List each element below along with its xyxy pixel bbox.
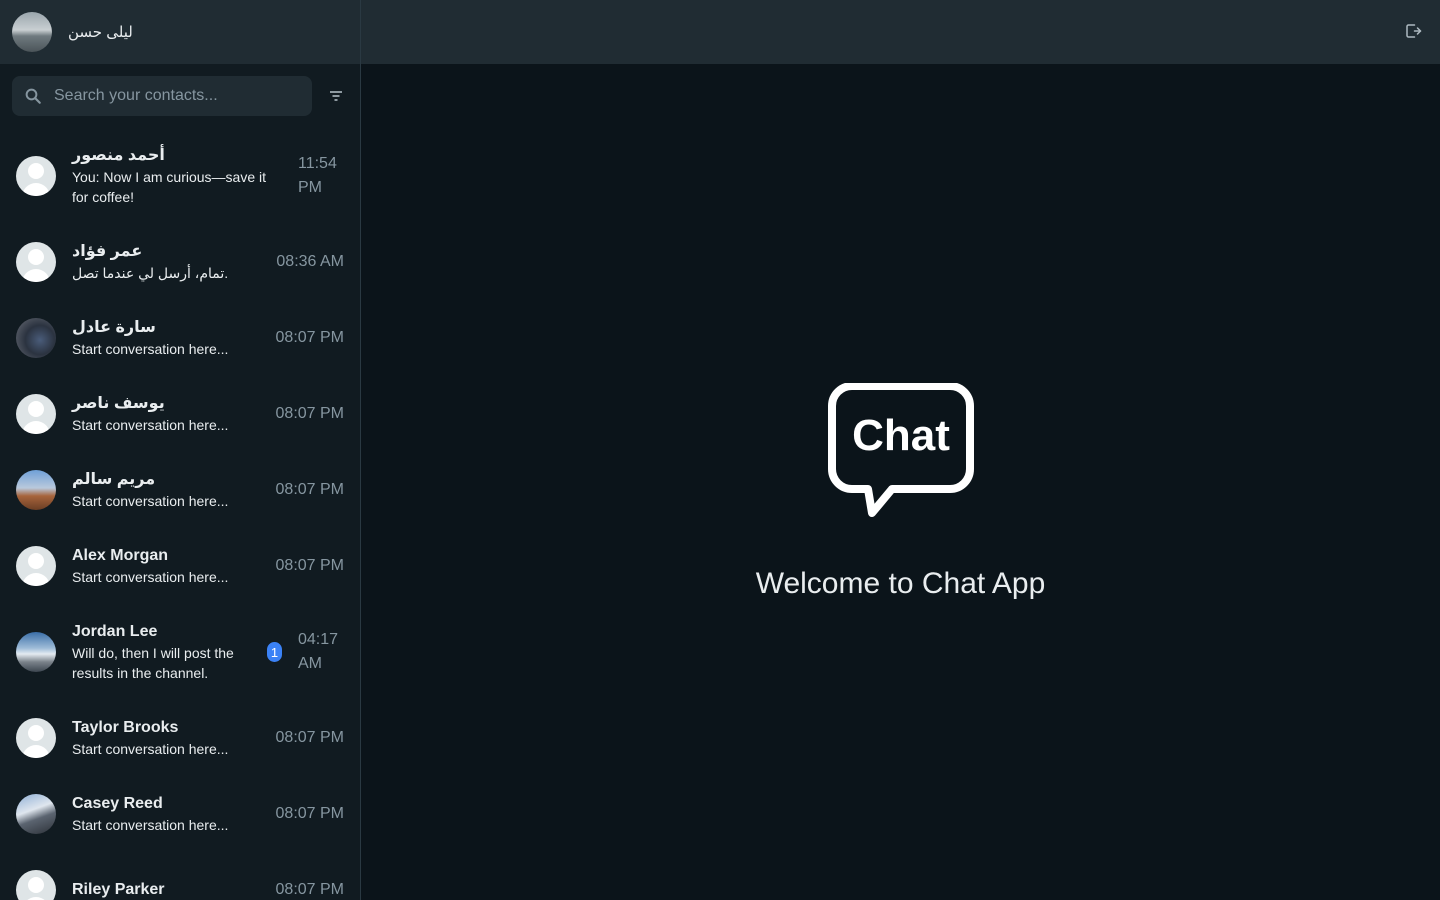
filter-button[interactable] [324, 84, 348, 108]
unread-badge: 1 [267, 642, 282, 662]
contact-last-message: You: Now I am curious—save it for coffee… [72, 169, 267, 205]
contact-time: 08:07 PM [275, 729, 344, 746]
contact-item[interactable]: أحمد منصور You: Now I am curious—save it… [0, 128, 360, 224]
logo-text: Chat [852, 411, 950, 460]
contact-name: عمر فؤاد [72, 243, 143, 260]
contact-time: 11:54 PM [298, 155, 337, 196]
contact-item[interactable]: Casey Reed Start conversation here... 08… [0, 776, 360, 852]
contact-name: يوسف ناصر [72, 395, 165, 412]
contact-item[interactable]: عمر فؤاد تمام، أرسل لي عندما تصل. 08:36 … [0, 224, 360, 300]
contact-avatar [16, 718, 56, 758]
contact-name: Casey Reed [72, 795, 163, 812]
user-avatar[interactable] [12, 12, 52, 52]
contact-last-message: Will do, then I will post the results in… [72, 645, 234, 681]
contact-item[interactable]: Riley Parker 08:07 PM [0, 852, 360, 900]
contact-avatar [16, 156, 56, 196]
contact-avatar [16, 318, 56, 358]
user-name: ليلى حسن [68, 24, 133, 41]
contact-time: 08:07 PM [275, 881, 344, 898]
contact-avatar [16, 470, 56, 510]
contact-time: 08:36 AM [276, 253, 344, 270]
contact-time: 08:07 PM [275, 805, 344, 822]
contact-item[interactable]: Alex Morgan Start conversation here... 0… [0, 528, 360, 604]
contact-avatar [16, 546, 56, 586]
contact-item[interactable]: مريم سالم Start conversation here... 08:… [0, 452, 360, 528]
contact-last-message: Start conversation here... [72, 817, 229, 833]
contact-avatar [16, 632, 56, 672]
sidebar-header: ليلى حسن [0, 0, 360, 64]
sidebar: ليلى حسن Search your contacts... أحمد من… [0, 0, 361, 900]
contact-last-message: Start conversation here... [72, 341, 229, 357]
contact-last-message: Start conversation here... [72, 417, 229, 433]
contact-time: 04:17 AM [298, 631, 339, 672]
contact-item[interactable]: Jordan Lee Will do, then I will post the… [0, 604, 360, 700]
contact-last-message: Start conversation here... [72, 741, 229, 757]
contact-last-message: Start conversation here... [72, 569, 229, 585]
welcome-title: Welcome to Chat App [755, 567, 1046, 600]
logout-icon [1406, 24, 1422, 38]
contact-avatar [16, 242, 56, 282]
chat-bubble-logo: Chat [827, 383, 974, 517]
logout-button[interactable] [1404, 22, 1424, 42]
contact-name: Taylor Brooks [72, 719, 179, 736]
welcome-screen: Chat Welcome to Chat App [361, 64, 1440, 900]
contact-avatar [16, 394, 56, 434]
search-row [0, 64, 360, 128]
contact-time: 08:07 PM [275, 405, 344, 422]
search-input[interactable] [54, 87, 294, 105]
contact-time: 08:07 PM [275, 557, 344, 574]
contact-name: أحمد منصور [72, 147, 165, 164]
contact-last-message: تمام، أرسل لي عندما تصل. [72, 265, 229, 281]
search-box[interactable] [12, 76, 312, 116]
contact-name: مريم سالم [72, 471, 156, 488]
contact-avatar [16, 794, 56, 834]
contact-last-message: Start conversation here... [72, 493, 229, 509]
contact-avatar [16, 870, 56, 900]
contact-name: Jordan Lee [72, 623, 158, 640]
contact-item[interactable]: Taylor Brooks Start conversation here...… [0, 700, 360, 776]
filter-icon [330, 91, 342, 101]
contact-time: 08:07 PM [275, 329, 344, 346]
contact-name: سارة عادل [72, 319, 156, 336]
main-header [361, 0, 1440, 64]
main-panel: Chat Welcome to Chat App [361, 0, 1440, 900]
contact-name: Riley Parker [72, 881, 165, 898]
contact-item[interactable]: يوسف ناصر Start conversation here... 08:… [0, 376, 360, 452]
contact-item[interactable]: سارة عادل Start conversation here... 08:… [0, 300, 360, 376]
contact-name: Alex Morgan [72, 547, 169, 564]
search-icon [25, 88, 41, 104]
contact-time: 08:07 PM [275, 481, 344, 498]
chat-app: ليلى حسن Search your contacts... أحمد من… [0, 0, 1440, 900]
contact-list: أحمد منصور You: Now I am curious—save it… [0, 128, 360, 900]
